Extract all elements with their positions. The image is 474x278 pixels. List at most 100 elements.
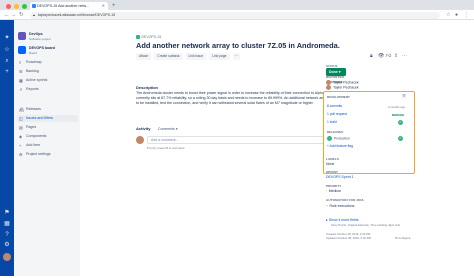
breadcrumb[interactable]: DEVOPS-15: [136, 35, 161, 39]
sidebar-item-label: Project settings: [26, 152, 51, 156]
sidebar-item-label: Roadmap: [26, 60, 42, 64]
browser-tab[interactable]: DEVOPS-15 Add another netw... ✕: [30, 2, 108, 10]
releases-icon: ⛴: [19, 107, 25, 112]
activity-filter-label: Comments: [158, 127, 175, 131]
new-tab-icon[interactable]: +: [112, 2, 116, 10]
project-type: Software project: [29, 36, 51, 41]
create-icon[interactable]: +: [3, 68, 11, 76]
gear-icon[interactable]: ⚙: [3, 241, 11, 249]
collapse-icon[interactable]: ⤧: [402, 94, 406, 100]
user-avatar[interactable]: [3, 253, 11, 261]
development-label: DEVELOPMENT: [327, 95, 350, 99]
story-icon: [136, 35, 140, 39]
project-header[interactable]: DevOps Software project: [18, 31, 78, 43]
jira-logo-icon[interactable]: ✦: [3, 34, 11, 42]
description-text[interactable]: The Andromeda cluster needs to boost the…: [136, 91, 346, 107]
add-feature-flag-button[interactable]: + Add feature flag: [327, 144, 353, 148]
maximize-window-button[interactable]: [22, 4, 27, 9]
address-field[interactable]: 🔒︎ taylorpechacek.atlassian.net/browse/D…: [30, 11, 440, 19]
releases-label: RELEASES: [327, 130, 344, 134]
commits-link[interactable]: 8 commits: [327, 104, 342, 108]
priority-field[interactable]: ↑ Medium: [326, 189, 341, 193]
status-value: Done: [329, 70, 338, 74]
more-icon[interactable]: ⋯: [402, 53, 407, 59]
sidebar-item-pages[interactable]: ▤ Pages: [17, 124, 78, 131]
reporter-name: Taylor Pechacek: [333, 80, 359, 85]
lock-icon: 🔒︎: [33, 12, 35, 17]
search-icon[interactable]: ⌕: [3, 57, 11, 65]
sidebar-item-add-item[interactable]: + Add item: [17, 142, 78, 149]
settings-icon: ⚙: [19, 152, 23, 157]
show-more-fields-link[interactable]: ▸ Show 4 more fields: [326, 218, 359, 222]
sidebar-item-roadmap[interactable]: ≡ Roadmap: [17, 59, 78, 66]
issue-title[interactable]: Add another network array to cluster 7Z.…: [136, 41, 340, 50]
components-icon: ◈: [19, 134, 23, 139]
priority-label: PRIORITY: [326, 184, 342, 188]
create-subtask-button[interactable]: Create subtask: [154, 53, 183, 60]
assignee-avatar: [326, 85, 331, 90]
reporter-field[interactable]: Taylor Pechacek: [326, 80, 359, 85]
browser-chrome: DEVOPS-15 Add another netw... ✕ + ← → ↻ …: [0, 0, 474, 20]
close-tab-icon[interactable]: ✕: [102, 2, 105, 10]
notifications-icon[interactable]: ⚑: [3, 209, 11, 217]
activity-filter[interactable]: Comments ▾: [158, 127, 178, 131]
sprint-link[interactable]: DEVOPS Sprint 1: [326, 175, 354, 179]
sidebar-item-label: Releases: [26, 107, 41, 111]
sidebar-item-issues-and-filters[interactable]: ◫ Issues and filters: [17, 115, 78, 122]
link-issue-button[interactable]: Link issue: [185, 53, 207, 60]
sidebar-item-label: Add item: [26, 143, 41, 147]
issue-key: DEVOPS-15: [141, 35, 162, 39]
project-name: DevOps: [29, 32, 43, 36]
board-switcher[interactable]: DEVOPS board Board: [18, 45, 78, 57]
sidebar-item-label: Active sprints: [26, 78, 48, 82]
reporter-label: REPORTER: [326, 75, 344, 79]
browser-menu-icon[interactable]: ⋮: [464, 11, 469, 19]
automation-label: AUTOMATION FOR JIRA: [326, 198, 364, 202]
sidebar-item-project-settings[interactable]: ⚙ Project settings: [17, 151, 78, 158]
assignee-field[interactable]: Taylor Pechacek: [326, 85, 359, 90]
back-icon[interactable]: ←: [4, 11, 10, 19]
more-fields-list: Story Points, Original Estimate, Time tr…: [331, 223, 401, 227]
forward-icon[interactable]: →: [11, 11, 17, 19]
like-icon[interactable]: 👍︎: [386, 53, 391, 59]
labels-field[interactable]: None: [326, 162, 334, 166]
share-icon[interactable]: ⇪: [394, 53, 398, 59]
priority-value: Medium: [328, 189, 342, 193]
board-avatar: [18, 46, 26, 54]
reload-icon[interactable]: ↻: [19, 11, 24, 19]
close-window-button[interactable]: [6, 4, 11, 9]
sprint-icon: ▦: [19, 78, 23, 83]
apps-icon[interactable]: ▦: [3, 220, 11, 228]
release-name: Production: [334, 136, 350, 141]
description-header: Description: [136, 85, 159, 90]
sidebar-item-components[interactable]: ◈ Components: [17, 133, 78, 140]
bookmark-star-icon[interactable]: ☆: [446, 11, 450, 19]
star-icon[interactable]: ☆: [3, 46, 11, 54]
comment-avatar: [136, 136, 144, 144]
assignee-name: Taylor Pechacek: [333, 85, 359, 90]
sidebar-item-releases[interactable]: ⛴ Releases: [17, 106, 78, 113]
profile-icon[interactable]: ●: [455, 11, 458, 19]
sidebar-item-reports[interactable]: ↗ Reports: [17, 86, 78, 93]
automation-field[interactable]: ⚡︎ Rule executions: [326, 204, 354, 208]
pull-request-link[interactable]: 1 pull request: [327, 112, 347, 116]
build-link[interactable]: 1 build: [327, 120, 337, 124]
window-controls: [6, 4, 27, 9]
attach-button[interactable]: Attach: [136, 53, 152, 60]
sidebar-item-label: Issues and filters: [26, 116, 53, 120]
lock-icon[interactable]: 🔒︎: [370, 53, 373, 59]
minimize-window-button[interactable]: [14, 4, 19, 9]
sidebar-item-active-sprints[interactable]: ▦ Active sprints: [17, 77, 78, 84]
watch-icon[interactable]: 👁︎: [378, 53, 384, 59]
reporter-avatar: [326, 80, 331, 85]
release-item[interactable]: Production: [327, 136, 350, 141]
more-actions-button[interactable]: ⋯: [232, 53, 240, 60]
help-icon[interactable]: ?: [3, 231, 11, 239]
comment-input[interactable]: Add a comment...: [147, 136, 347, 144]
release-status-icon: [327, 136, 332, 141]
link-page-button[interactable]: Link page: [209, 53, 230, 60]
configure-button[interactable]: ⚙ Configure: [395, 236, 410, 240]
sidebar-item-label: Pages: [26, 125, 37, 129]
action-buttons: Attach Create subtask Link issue Link page ⋯: [136, 53, 240, 60]
sidebar-item-backlog[interactable]: ☰ Backlog: [17, 68, 78, 75]
